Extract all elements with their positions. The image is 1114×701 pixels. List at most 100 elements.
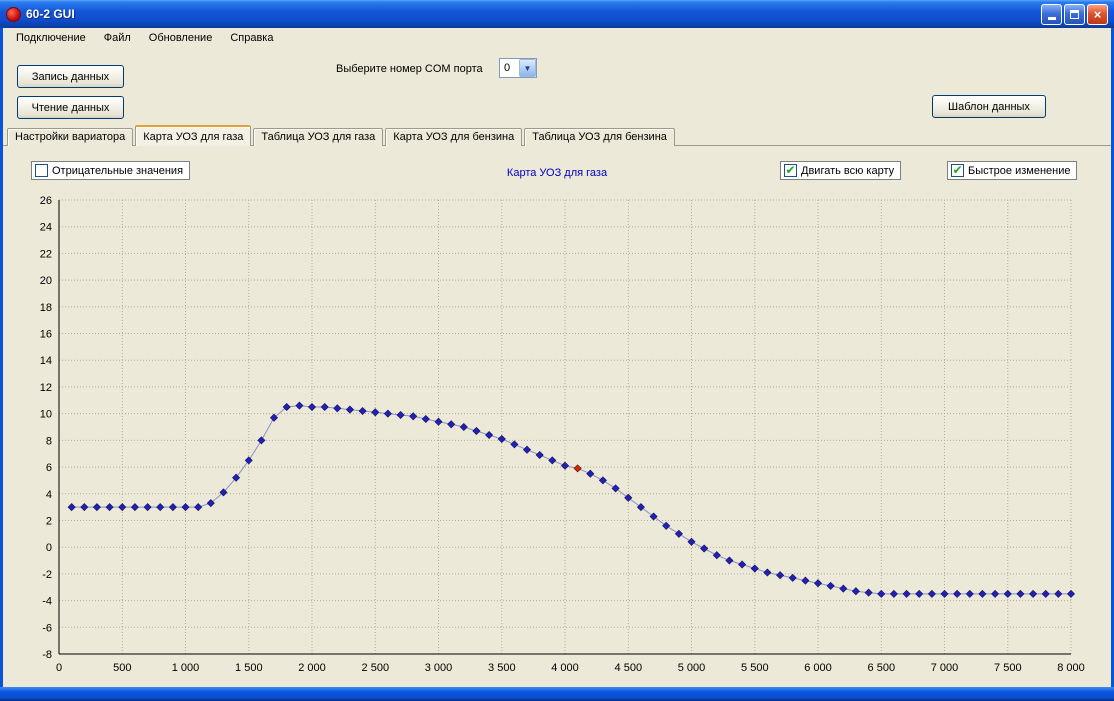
write-data-button[interactable]: Запись данных (17, 65, 124, 88)
data-point[interactable] (68, 504, 75, 511)
data-point[interactable] (1017, 590, 1024, 597)
maximize-button[interactable] (1064, 4, 1085, 25)
data-point[interactable] (93, 504, 100, 511)
menu-item-2[interactable]: Файл (95, 30, 140, 46)
tab-5[interactable]: Таблица УОЗ для бензина (524, 128, 675, 146)
move-whole-map-checkbox[interactable]: ✔ Двигать всю карту (780, 161, 901, 180)
data-point[interactable] (941, 590, 948, 597)
title-bar[interactable]: 60-2 GUI × (0, 0, 1114, 28)
menu-item-1[interactable]: Подключение (7, 30, 95, 46)
app-window: 60-2 GUI × ПодключениеФайлОбновлениеСпра… (0, 0, 1114, 701)
data-point[interactable] (916, 590, 923, 597)
data-point[interactable] (1042, 590, 1049, 597)
data-point[interactable] (713, 552, 720, 559)
checkbox-icon[interactable]: ✔ (35, 164, 48, 177)
data-point[interactable] (840, 585, 847, 592)
data-point[interactable] (397, 411, 404, 418)
data-point[interactable] (852, 588, 859, 595)
data-point[interactable] (726, 557, 733, 564)
ignition-map-chart[interactable]: -8-6-4-20246810121416182022242605001 000… (9, 188, 1109, 680)
data-point[interactable] (308, 403, 315, 410)
data-point[interactable] (498, 435, 505, 442)
data-point[interactable] (486, 431, 493, 438)
data-point[interactable] (195, 504, 202, 511)
data-point[interactable] (1055, 590, 1062, 597)
checkbox-icon[interactable]: ✔ (784, 164, 797, 177)
data-point[interactable] (777, 572, 784, 579)
tab-3[interactable]: Таблица УОЗ для газа (253, 128, 383, 146)
data-point[interactable] (688, 538, 695, 545)
data-point[interactable] (511, 441, 518, 448)
data-point[interactable] (384, 410, 391, 417)
maximize-icon (1070, 10, 1079, 19)
data-point[interactable] (1004, 590, 1011, 597)
svg-text:2 500: 2 500 (362, 662, 390, 674)
data-point[interactable] (258, 437, 265, 444)
data-point[interactable] (966, 590, 973, 597)
data-point[interactable] (865, 589, 872, 596)
data-point[interactable] (587, 470, 594, 477)
data-point[interactable] (675, 530, 682, 537)
menu-item-3[interactable]: Обновление (140, 30, 222, 46)
data-point[interactable] (549, 457, 556, 464)
com-port-select[interactable]: 0 ▼ (499, 58, 537, 78)
data-point[interactable] (739, 561, 746, 568)
menu-item-4[interactable]: Справка (221, 30, 282, 46)
data-point[interactable] (827, 582, 834, 589)
chevron-down-icon[interactable]: ▼ (519, 59, 536, 77)
tab-1[interactable]: Настройки вариатора (7, 128, 133, 146)
data-point[interactable] (789, 574, 796, 581)
data-point[interactable] (296, 402, 303, 409)
data-point[interactable] (890, 590, 897, 597)
data-point[interactable] (663, 522, 670, 529)
data-point[interactable] (751, 565, 758, 572)
tab-2[interactable]: Карта УОЗ для газа (135, 125, 251, 146)
data-point[interactable] (334, 405, 341, 412)
data-point[interactable] (992, 590, 999, 597)
data-point[interactable] (561, 462, 568, 469)
data-point[interactable] (536, 451, 543, 458)
data-point[interactable] (182, 504, 189, 511)
data-point[interactable] (460, 423, 467, 430)
data-point[interactable] (245, 457, 252, 464)
data-point[interactable] (928, 590, 935, 597)
minimize-button[interactable] (1041, 4, 1062, 25)
data-point[interactable] (157, 504, 164, 511)
data-point[interactable] (979, 590, 986, 597)
data-point[interactable] (612, 485, 619, 492)
data-point[interactable] (954, 590, 961, 597)
data-point[interactable] (701, 545, 708, 552)
checkbox-icon[interactable]: ✔ (951, 164, 964, 177)
data-point[interactable] (599, 477, 606, 484)
data-point-selected[interactable] (574, 465, 581, 472)
negative-values-checkbox[interactable]: ✔ Отрицательные значения (31, 161, 190, 180)
data-point[interactable] (878, 590, 885, 597)
fast-change-checkbox[interactable]: ✔ Быстрое изменение (947, 161, 1077, 180)
read-data-button[interactable]: Чтение данных (17, 96, 124, 119)
data-point[interactable] (169, 504, 176, 511)
data-point[interactable] (650, 513, 657, 520)
data-point[interactable] (131, 504, 138, 511)
data-point[interactable] (637, 504, 644, 511)
close-button[interactable]: × (1087, 4, 1108, 25)
data-point[interactable] (81, 504, 88, 511)
data-point[interactable] (119, 504, 126, 511)
data-point[interactable] (814, 580, 821, 587)
data-point[interactable] (473, 427, 480, 434)
data-point[interactable] (321, 403, 328, 410)
data-point[interactable] (802, 577, 809, 584)
data-point[interactable] (1030, 590, 1037, 597)
data-point[interactable] (1067, 590, 1074, 597)
data-point[interactable] (903, 590, 910, 597)
data-template-button[interactable]: Шаблон данных (932, 95, 1046, 118)
data-point[interactable] (144, 504, 151, 511)
data-point[interactable] (764, 569, 771, 576)
data-point[interactable] (523, 446, 530, 453)
data-point[interactable] (106, 504, 113, 511)
tab-4[interactable]: Карта УОЗ для бензина (385, 128, 522, 146)
data-point[interactable] (448, 421, 455, 428)
data-point[interactable] (346, 406, 353, 413)
data-point[interactable] (435, 418, 442, 425)
data-point[interactable] (372, 409, 379, 416)
data-point[interactable] (422, 415, 429, 422)
